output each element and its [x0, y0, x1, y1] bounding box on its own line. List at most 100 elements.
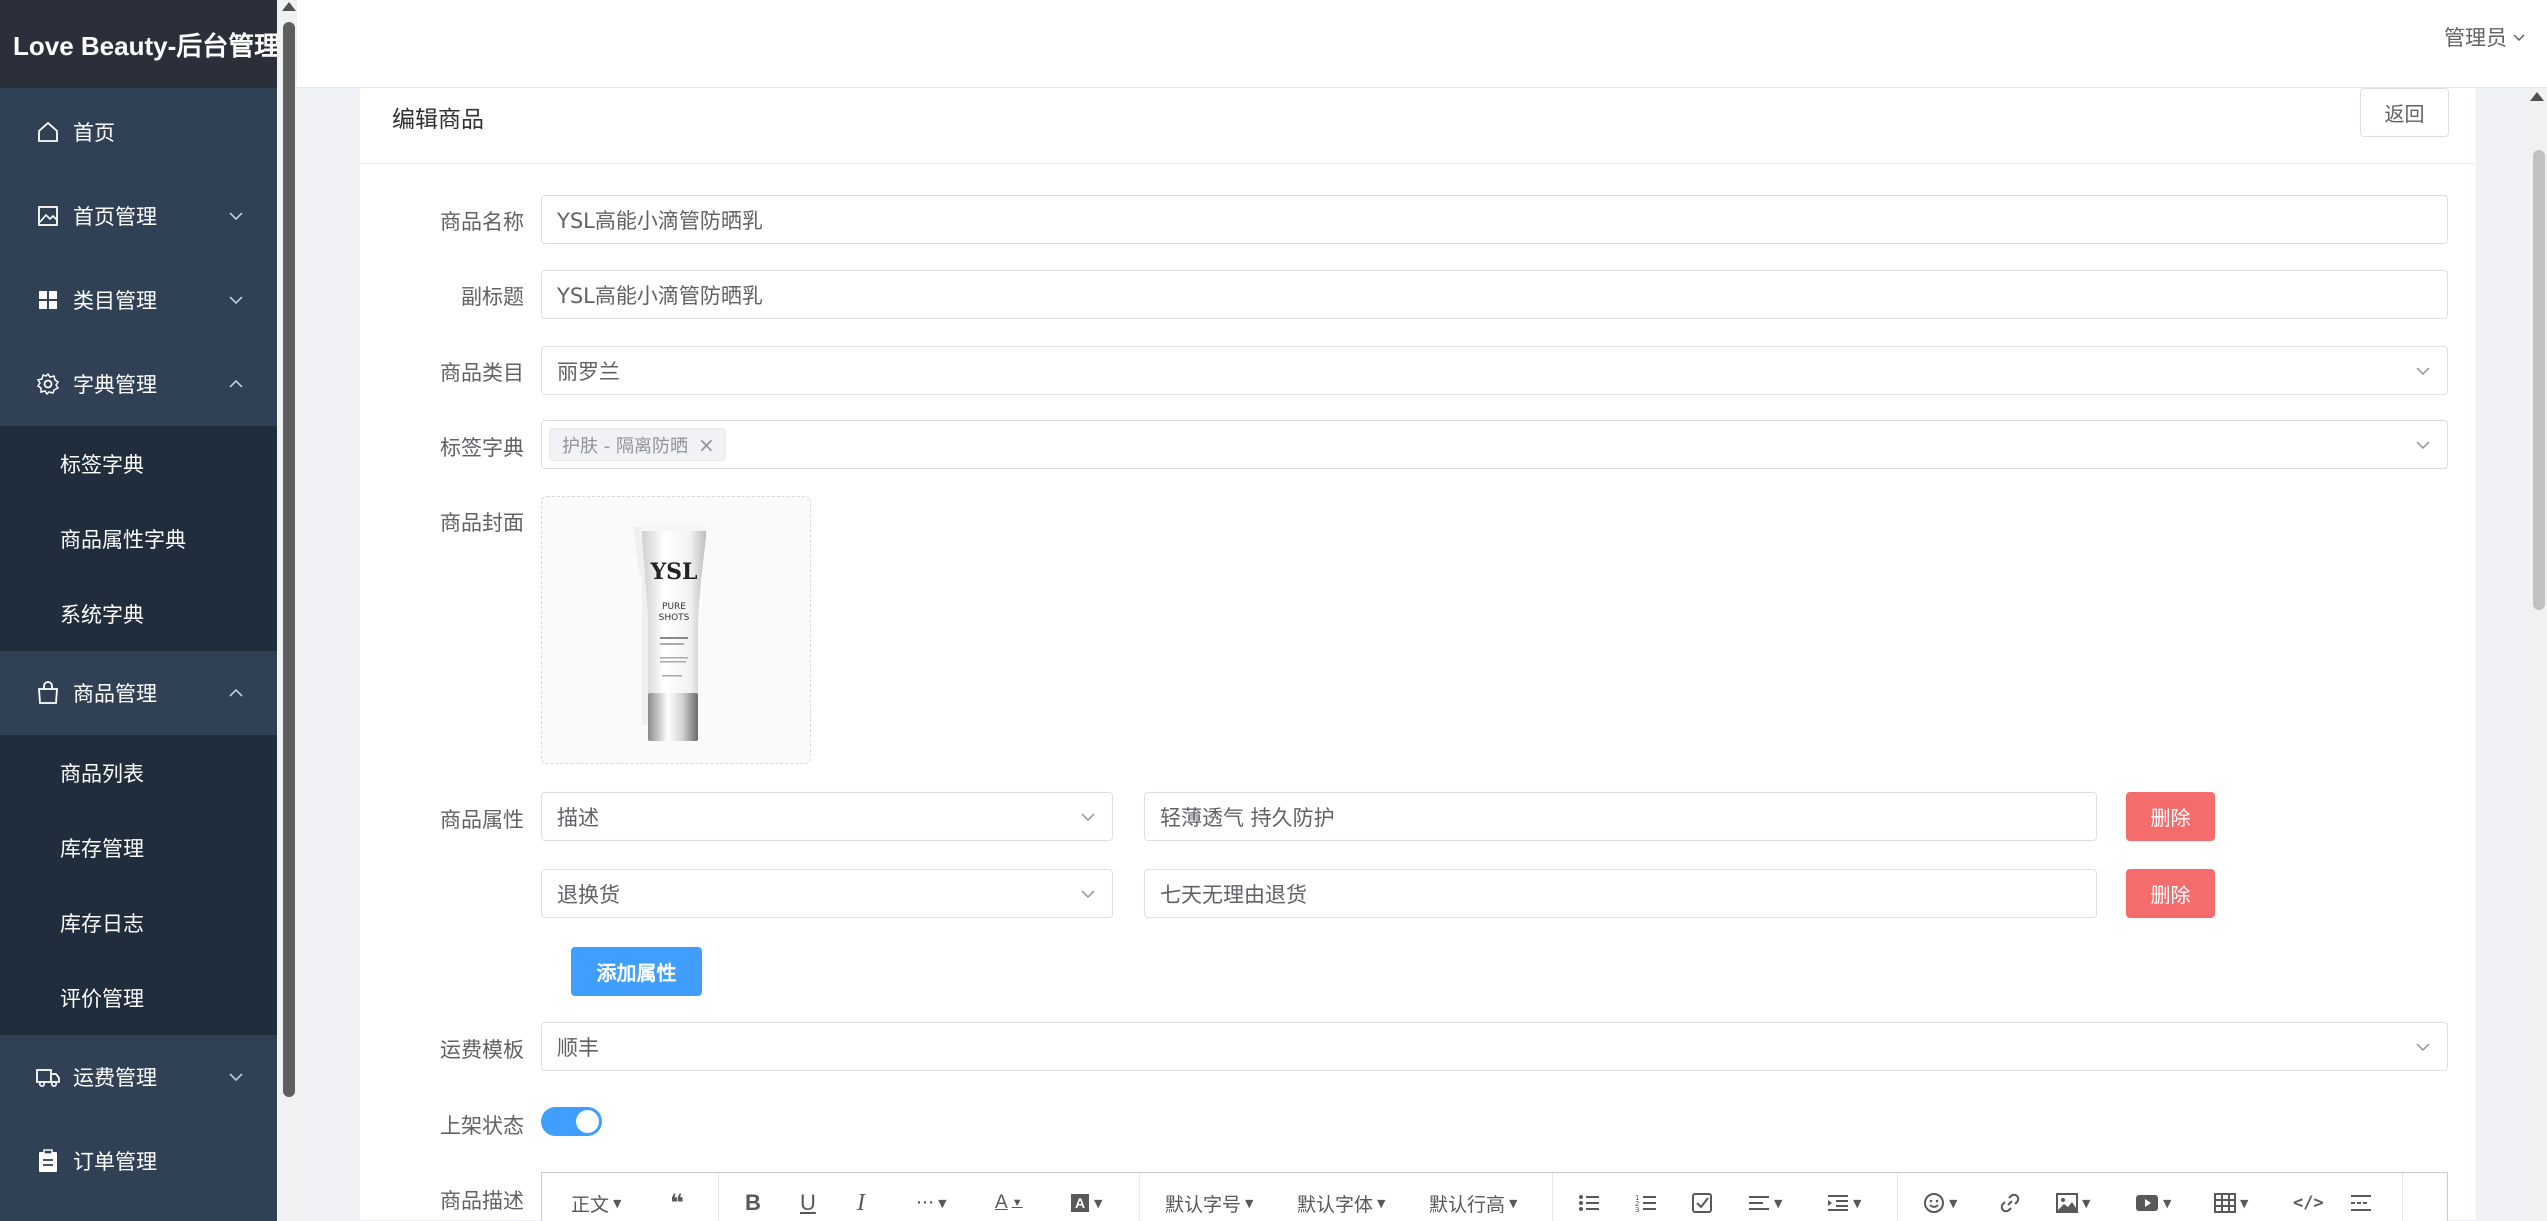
attribute-key: 描述	[557, 805, 599, 830]
link-icon[interactable]	[1999, 1173, 2021, 1221]
svg-text:A: A	[1075, 1195, 1085, 1211]
scroll-up-arrow-icon[interactable]	[282, 2, 296, 11]
background-color-icon[interactable]: A ▼	[1070, 1173, 1102, 1221]
sidebar-item-label: 商品属性字典	[60, 527, 186, 552]
font-size-label: 默认字号	[1165, 1193, 1242, 1216]
chevron-down-icon	[229, 1073, 243, 1082]
sidebar-item-label: 字典管理	[73, 373, 157, 397]
app-logo: Love Beauty-后台管理	[0, 0, 280, 88]
product-name-input[interactable]: YSL高能小滴管防晒乳	[541, 195, 2448, 244]
sidebar-item-label: 标签字典	[60, 452, 144, 477]
chevron-down-icon	[2416, 1043, 2430, 1052]
paragraph-style-label: 正文	[571, 1193, 610, 1216]
divider-icon[interactable]	[2350, 1173, 2372, 1221]
sidebar-item-label: 订单管理	[73, 1150, 157, 1174]
grid-icon	[34, 286, 62, 314]
close-icon[interactable]: ×	[698, 433, 715, 457]
attributes-label: 商品属性	[440, 808, 524, 832]
video-icon[interactable]: ▼	[2135, 1173, 2171, 1221]
underline-icon[interactable]: U	[800, 1173, 816, 1221]
delete-attribute-button[interactable]: 删除	[2126, 792, 2215, 841]
image-icon[interactable]: ▼	[2056, 1173, 2090, 1221]
status-label: 上架状态	[440, 1114, 524, 1138]
sidebar-item-home[interactable]: 首页	[0, 90, 277, 174]
svg-text:3: 3	[1635, 1206, 1639, 1213]
sidebar-item-label: 库存日志	[60, 911, 144, 936]
blockquote-icon[interactable]: ❝	[670, 1173, 684, 1221]
sidebar-item-reviews[interactable]: 评价管理	[0, 960, 277, 1035]
toolbar-divider	[718, 1173, 719, 1221]
chevron-down-icon	[2513, 34, 2525, 42]
toolbar-divider	[1552, 1173, 1553, 1221]
sidebar-item-label: 系统字典	[60, 602, 144, 627]
chevron-down-icon	[1081, 813, 1095, 822]
shipping-template-select[interactable]: 顺丰	[541, 1022, 2448, 1071]
attribute-value-input-2[interactable]: 七天无理由退货	[1144, 869, 2097, 918]
category-value: 丽罗兰	[557, 359, 620, 384]
back-button[interactable]: 返回	[2360, 88, 2449, 137]
category-select[interactable]: 丽罗兰	[541, 346, 2448, 395]
line-height-dropdown[interactable]: 默认行高 ▼	[1429, 1173, 1517, 1221]
name-label: 商品名称	[440, 210, 524, 234]
cover-line1-text: PURE	[662, 602, 686, 612]
toggle-knob	[576, 1110, 599, 1133]
add-attribute-button[interactable]: 添加属性	[571, 947, 702, 996]
subtitle-value: YSL高能小滴管防晒乳	[557, 283, 763, 308]
gear-icon	[34, 370, 62, 398]
sidebar-item-order-management[interactable]: 订单管理	[0, 1119, 277, 1203]
font-color-icon[interactable]: A ▼	[995, 1173, 1023, 1221]
tags-label: 标签字典	[440, 436, 524, 460]
sidebar-item-dictionary-management[interactable]: 字典管理	[0, 342, 277, 426]
bold-icon[interactable]: B	[745, 1173, 761, 1221]
bulleted-list-icon[interactable]	[1578, 1173, 1600, 1221]
numbered-list-icon[interactable]: 123	[1635, 1173, 1657, 1221]
sidebar-item-label: 首页	[73, 121, 115, 145]
more-formats-icon[interactable]: ··· ▼	[916, 1173, 947, 1221]
rich-text-editor: 正文 ▼ ❝ B U I ··· ▼ A ▼ A ▼ 默认字号 ▼ 默认字体 ▼ 默认行高 ▼…	[541, 1172, 2448, 1221]
tags-select[interactable]: 护肤 - 隔离防晒 ×	[541, 420, 2448, 469]
status-toggle[interactable]	[541, 1107, 602, 1136]
delete-attribute-button[interactable]: 删除	[2126, 869, 2215, 918]
sidebar-scrollbar-thumb[interactable]	[283, 22, 295, 1097]
attribute-value-input-1[interactable]: 轻薄透气 持久防护	[1144, 792, 2097, 841]
code-block-icon[interactable]: </>	[2293, 1173, 2324, 1221]
sidebar-item-inventory-log[interactable]: 库存日志	[0, 885, 277, 960]
sidebar-item-label: 类目管理	[73, 289, 157, 313]
tag-chip: 护肤 - 隔离防晒 ×	[549, 428, 726, 461]
align-icon[interactable]: ▼	[1748, 1173, 1782, 1221]
sidebar-item-product-list[interactable]: 商品列表	[0, 735, 277, 810]
user-dropdown[interactable]: 管理员	[2444, 22, 2527, 52]
sidebar-item-shipping-management[interactable]: 运费管理	[0, 1035, 277, 1119]
cover-uploader[interactable]: YSL PURE SHOTS	[541, 496, 811, 764]
sidebar-item-inventory[interactable]: 库存管理	[0, 810, 277, 885]
indent-icon[interactable]: ▼	[1827, 1173, 1861, 1221]
content-scrollbar-thumb[interactable]	[2533, 150, 2545, 610]
sidebar-item-attribute-dictionary[interactable]: 商品属性字典	[0, 501, 277, 576]
sidebar-item-category-management[interactable]: 类目管理	[0, 258, 277, 342]
card-header: 编辑商品 返回	[360, 88, 2476, 164]
table-icon[interactable]: ▼	[2214, 1173, 2248, 1221]
italic-icon[interactable]: I	[857, 1173, 865, 1221]
sidebar-item-tag-dictionary[interactable]: 标签字典	[0, 426, 277, 501]
sidebar-item-label: 运费管理	[73, 1066, 157, 1090]
scroll-up-arrow-icon[interactable]	[2530, 92, 2544, 101]
todo-icon[interactable]	[1691, 1173, 1713, 1221]
chevron-down-icon	[2416, 367, 2430, 376]
attribute-key-select-2[interactable]: 退换货	[541, 869, 1113, 918]
font-family-dropdown[interactable]: 默认字体 ▼	[1297, 1173, 1385, 1221]
font-size-dropdown[interactable]: 默认字号 ▼	[1165, 1173, 1253, 1221]
paragraph-style-dropdown[interactable]: 正文 ▼	[571, 1173, 621, 1221]
shipping-value: 顺丰	[557, 1035, 599, 1060]
sidebar-item-homepage-management[interactable]: 首页管理	[0, 174, 277, 258]
attribute-key: 退换货	[557, 882, 620, 907]
subtitle-label: 副标题	[461, 285, 524, 309]
sidebar-item-label: 首页管理	[73, 205, 157, 229]
subtitle-input[interactable]: YSL高能小滴管防晒乳	[541, 270, 2448, 319]
attribute-key-select-1[interactable]: 描述	[541, 792, 1113, 841]
font-family-label: 默认字体	[1297, 1193, 1374, 1216]
product-cover-image: YSL PURE SHOTS	[634, 525, 707, 741]
emoji-icon[interactable]: ▼	[1923, 1173, 1957, 1221]
sidebar-item-system-dictionary[interactable]: 系统字典	[0, 576, 277, 651]
description-label: 商品描述	[440, 1189, 524, 1213]
sidebar-item-product-management[interactable]: 商品管理	[0, 651, 277, 735]
